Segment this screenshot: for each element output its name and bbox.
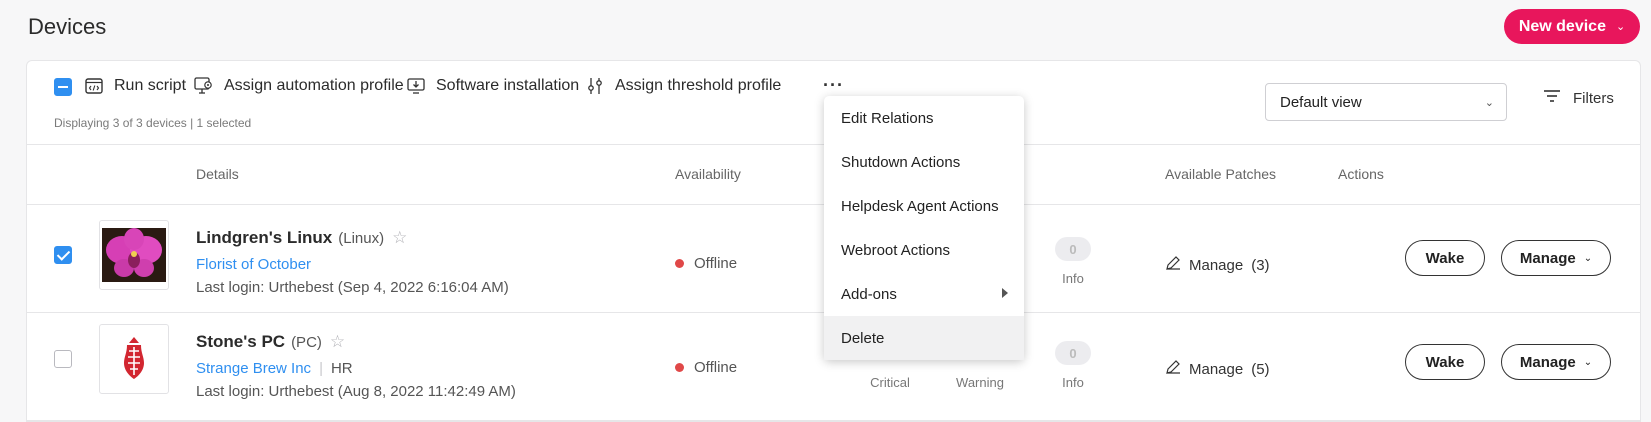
patches-count: (3) (1251, 256, 1270, 274)
divider: | (319, 360, 323, 377)
device-thumbnail-crest (99, 324, 169, 394)
more-actions-button[interactable]: ··· (823, 75, 844, 96)
chevron-down-icon: ⌄ (1583, 356, 1593, 368)
chevron-down-icon: ⌄ (1484, 97, 1494, 109)
warning-alert-count[interactable]: Warning (950, 375, 1010, 390)
offline-dot-icon (675, 363, 684, 372)
column-header-available-patches: Available Patches (1165, 166, 1277, 182)
info-label: Info (1062, 271, 1084, 286)
critical-alert-count[interactable]: Critical (860, 375, 920, 390)
script-icon (84, 76, 104, 96)
row-checkbox[interactable] (54, 246, 72, 264)
info-count-pill: 0 (1055, 341, 1091, 365)
pencil-icon (1165, 255, 1181, 275)
device-last-login: Last login: Urthebest (Aug 8, 2022 11:42… (196, 383, 516, 400)
device-name-label: Lindgren's Linux (196, 228, 333, 247)
availability-status: Offline (675, 255, 737, 272)
device-organization: Strange Brew Inc | HR (196, 360, 353, 377)
software-installation-label: Software installation (436, 77, 580, 94)
filters-label: Filters (1573, 89, 1614, 107)
critical-label: Critical (870, 375, 910, 390)
chevron-down-icon: ⌄ (1583, 252, 1593, 264)
assign-threshold-profile-button[interactable]: Assign threshold profile (585, 74, 781, 98)
view-select-value: Default view (1280, 93, 1362, 111)
run-script-button[interactable]: Run script (84, 74, 186, 98)
patches-count: (5) (1251, 360, 1270, 378)
software-installation-button[interactable]: Software installation (406, 74, 579, 98)
device-thumbnail-orchid (99, 220, 169, 290)
menu-item-delete[interactable]: Delete (824, 316, 1024, 360)
availability-label: Offline (694, 255, 738, 272)
pencil-icon (1165, 359, 1181, 379)
wake-button[interactable]: Wake (1405, 344, 1485, 380)
assign-automation-profile-button[interactable]: Assign automation profile (194, 74, 404, 98)
run-script-label: Run script (114, 77, 187, 94)
info-count-pill: 0 (1055, 237, 1091, 261)
manage-button[interactable]: Manage ⌄ (1501, 240, 1611, 276)
chevron-down-icon: ⌄ (1615, 21, 1626, 33)
device-organization-link[interactable]: Florist of October (196, 256, 311, 273)
manage-label: Manage (1519, 249, 1576, 267)
install-icon (406, 76, 426, 96)
menu-item-helpdesk-agent-actions[interactable]: Helpdesk Agent Actions (824, 184, 1024, 228)
menu-item-edit-relations[interactable]: Edit Relations (824, 96, 1024, 140)
menu-item-add-ons[interactable]: Add-ons (824, 272, 1024, 316)
device-type: (Linux) (338, 230, 385, 247)
device-department: HR (330, 360, 353, 377)
menu-item-shutdown-actions[interactable]: Shutdown Actions (824, 140, 1024, 184)
page-title: Devices (28, 14, 107, 39)
new-device-label: New device (1518, 17, 1606, 35)
patches-manage-link[interactable]: Manage (5) (1165, 359, 1270, 379)
row-checkbox[interactable] (54, 350, 72, 368)
manage-button[interactable]: Manage ⌄ (1501, 344, 1611, 380)
assign-automation-profile-label: Assign automation profile (224, 77, 404, 94)
warning-label: Warning (956, 375, 1004, 390)
star-icon[interactable]: ☆ (392, 228, 407, 247)
device-type: (PC) (291, 334, 322, 351)
wake-button[interactable]: Wake (1405, 240, 1485, 276)
patches-manage-label: Manage (1189, 360, 1244, 378)
new-device-button[interactable]: New device ⌄ (1504, 9, 1640, 44)
assign-threshold-profile-label: Assign threshold profile (615, 77, 782, 94)
info-alert-count[interactable]: 0 Info (1043, 341, 1103, 390)
column-header-availability: Availability (675, 166, 741, 182)
patches-manage-label: Manage (1189, 256, 1244, 274)
automation-icon (194, 76, 214, 96)
menu-item-webroot-actions[interactable]: Webroot Actions (824, 228, 1024, 272)
threshold-icon (585, 76, 605, 96)
patches-manage-link[interactable]: Manage (3) (1165, 255, 1270, 275)
display-count: Displaying 3 of 3 devices | 1 selected (54, 116, 252, 130)
menu-item-add-ons-label: Add-ons (841, 285, 897, 303)
filter-icon (1543, 89, 1561, 107)
caret-right-icon (1002, 288, 1008, 298)
device-name[interactable]: Stone's PC (PC) ☆ (196, 332, 345, 352)
info-alert-count[interactable]: 0 Info (1043, 237, 1103, 286)
select-all-checkbox[interactable] (54, 78, 72, 96)
star-icon[interactable]: ☆ (330, 332, 345, 351)
filters-button[interactable]: Filters (1543, 89, 1614, 107)
device-organization-link[interactable]: Strange Brew Inc (196, 360, 311, 377)
availability-label: Offline (694, 359, 738, 376)
availability-status: Offline (675, 359, 737, 376)
view-select[interactable]: Default view ⌄ (1265, 83, 1507, 121)
info-label: Info (1062, 375, 1084, 390)
device-name[interactable]: Lindgren's Linux (Linux) ☆ (196, 228, 407, 248)
device-name-label: Stone's PC (196, 332, 286, 351)
column-header-details: Details (196, 166, 239, 182)
device-last-login: Last login: Urthebest (Sep 4, 2022 6:16:… (196, 279, 509, 296)
column-header-actions: Actions (1338, 166, 1384, 182)
offline-dot-icon (675, 259, 684, 268)
manage-label: Manage (1519, 353, 1576, 371)
more-actions-menu: Edit Relations Shutdown Actions Helpdesk… (824, 96, 1024, 360)
